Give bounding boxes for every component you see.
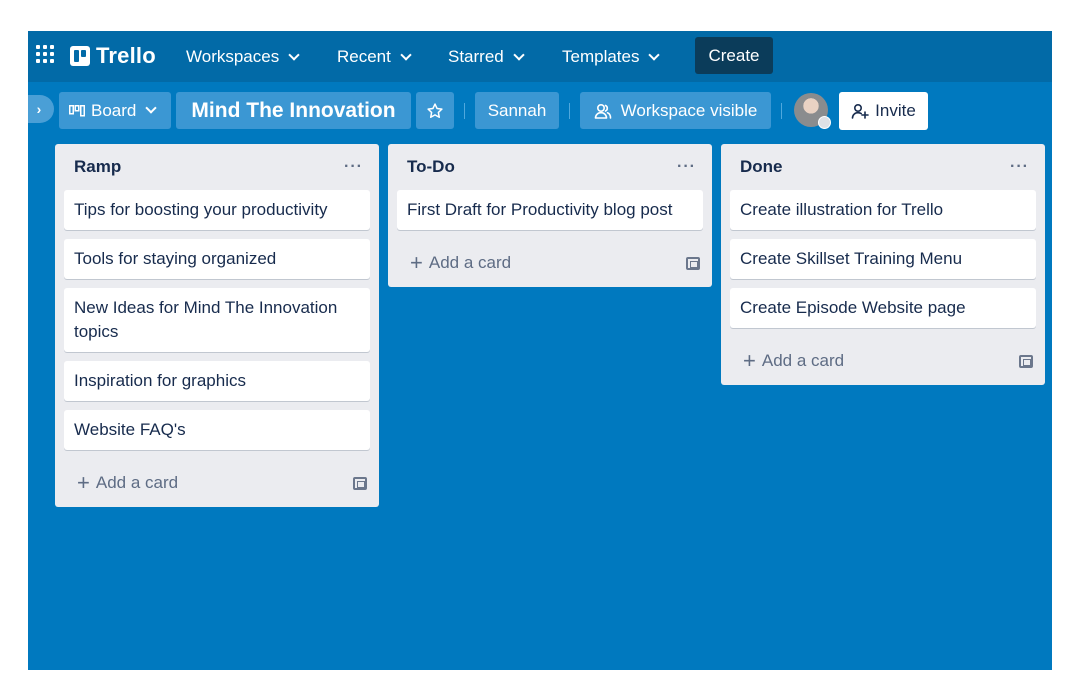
list-ramp: Ramp ··· Tips for boosting your producti… xyxy=(55,144,379,507)
workspace-visible-icon xyxy=(594,103,611,119)
visibility-label: Workspace visible xyxy=(620,100,758,120)
invite-button[interactable]: Invite xyxy=(839,92,928,130)
card-template-icon[interactable] xyxy=(353,476,367,490)
add-card-row: + Add a card xyxy=(55,459,379,507)
card[interactable]: Website FAQ's xyxy=(64,410,370,450)
app-name: Trello xyxy=(96,43,156,68)
board-view-switcher[interactable]: Board xyxy=(59,92,171,129)
sidebar-expand-button[interactable]: › xyxy=(28,95,54,123)
card[interactable]: Tools for staying organized xyxy=(64,239,370,279)
nav-recent[interactable]: Recent xyxy=(337,44,412,70)
add-card-button[interactable]: + Add a card xyxy=(77,472,178,494)
list-header: Ramp ··· xyxy=(55,144,379,190)
star-icon xyxy=(427,102,443,118)
card[interactable]: Create illustration for Trello xyxy=(730,190,1036,230)
divider xyxy=(464,103,465,119)
board-title[interactable]: Mind The Innovation xyxy=(176,92,411,129)
nav-workspaces-label: Workspaces xyxy=(186,47,280,66)
list-title[interactable]: Done xyxy=(740,157,783,177)
chevron-down-icon xyxy=(648,48,661,61)
nav-starred-label: Starred xyxy=(448,47,504,66)
plus-icon: + xyxy=(410,250,423,275)
visibility-button[interactable]: Workspace visible xyxy=(580,92,771,129)
card-template-icon[interactable] xyxy=(686,256,700,270)
board-header-bar: › Board Mind The Innovation Sannah Works… xyxy=(28,82,1052,138)
add-card-label: Add a card xyxy=(95,473,179,492)
board-view-label: Board xyxy=(91,100,137,120)
avatar[interactable] xyxy=(794,93,831,129)
trello-logo-icon xyxy=(70,46,90,66)
card[interactable]: Inspiration for graphics xyxy=(64,361,370,401)
card[interactable]: First Draft for Productivity blog post xyxy=(397,190,703,230)
add-card-label: Add a card xyxy=(761,351,845,370)
add-card-button[interactable]: + Add a card xyxy=(410,252,511,274)
plus-icon: + xyxy=(77,470,90,495)
card-template-icon[interactable] xyxy=(1019,354,1033,368)
workspace-button[interactable]: Sannah xyxy=(475,92,559,129)
list-header: Done ··· xyxy=(721,144,1045,190)
list-header: To-Do ··· xyxy=(388,144,712,190)
nav-starred[interactable]: Starred xyxy=(448,44,525,70)
list-done: Done ··· Create illustration for Trello … xyxy=(721,144,1045,385)
add-card-button[interactable]: + Add a card xyxy=(743,350,844,372)
nav-templates-label: Templates xyxy=(562,47,640,66)
more-icon[interactable]: ··· xyxy=(1004,158,1035,176)
trello-logo[interactable]: Trello xyxy=(70,43,156,69)
admin-badge-icon xyxy=(818,116,831,129)
board-view-icon xyxy=(69,104,85,116)
chevron-down-icon xyxy=(145,102,158,114)
card[interactable]: New Ideas for Mind The Innovation topics xyxy=(64,288,370,352)
card[interactable]: Tips for boosting your productivity xyxy=(64,190,370,230)
apps-grid-icon[interactable] xyxy=(36,45,54,63)
add-member-icon xyxy=(851,103,869,119)
chevron-down-icon xyxy=(513,48,525,61)
nav-templates[interactable]: Templates xyxy=(562,44,661,70)
plus-icon: + xyxy=(743,348,756,373)
add-card-row: + Add a card xyxy=(721,337,1045,385)
chevron-down-icon xyxy=(288,48,300,61)
divider xyxy=(569,103,570,119)
add-card-row: + Add a card xyxy=(388,239,712,287)
divider xyxy=(781,103,782,119)
list-title[interactable]: Ramp xyxy=(74,157,121,177)
add-card-label: Add a card xyxy=(428,253,512,272)
trello-app: Trello Workspaces Recent Starred Templat… xyxy=(28,31,1052,670)
star-board-button[interactable] xyxy=(416,92,454,129)
card[interactable]: Create Skillset Training Menu xyxy=(730,239,1036,279)
invite-label: Invite xyxy=(875,101,916,120)
more-icon[interactable]: ··· xyxy=(338,158,369,176)
nav-workspaces[interactable]: Workspaces xyxy=(186,44,300,70)
more-icon[interactable]: ··· xyxy=(671,158,702,176)
chevron-down-icon xyxy=(400,48,412,61)
create-button[interactable]: Create xyxy=(695,37,773,74)
list-title[interactable]: To-Do xyxy=(407,157,455,177)
top-navigation-bar: Trello Workspaces Recent Starred Templat… xyxy=(28,31,1052,82)
list-to-do: To-Do ··· First Draft for Productivity b… xyxy=(388,144,712,287)
nav-recent-label: Recent xyxy=(337,47,391,66)
card[interactable]: Create Episode Website page xyxy=(730,288,1036,328)
chevron-right-icon: › xyxy=(36,101,42,117)
